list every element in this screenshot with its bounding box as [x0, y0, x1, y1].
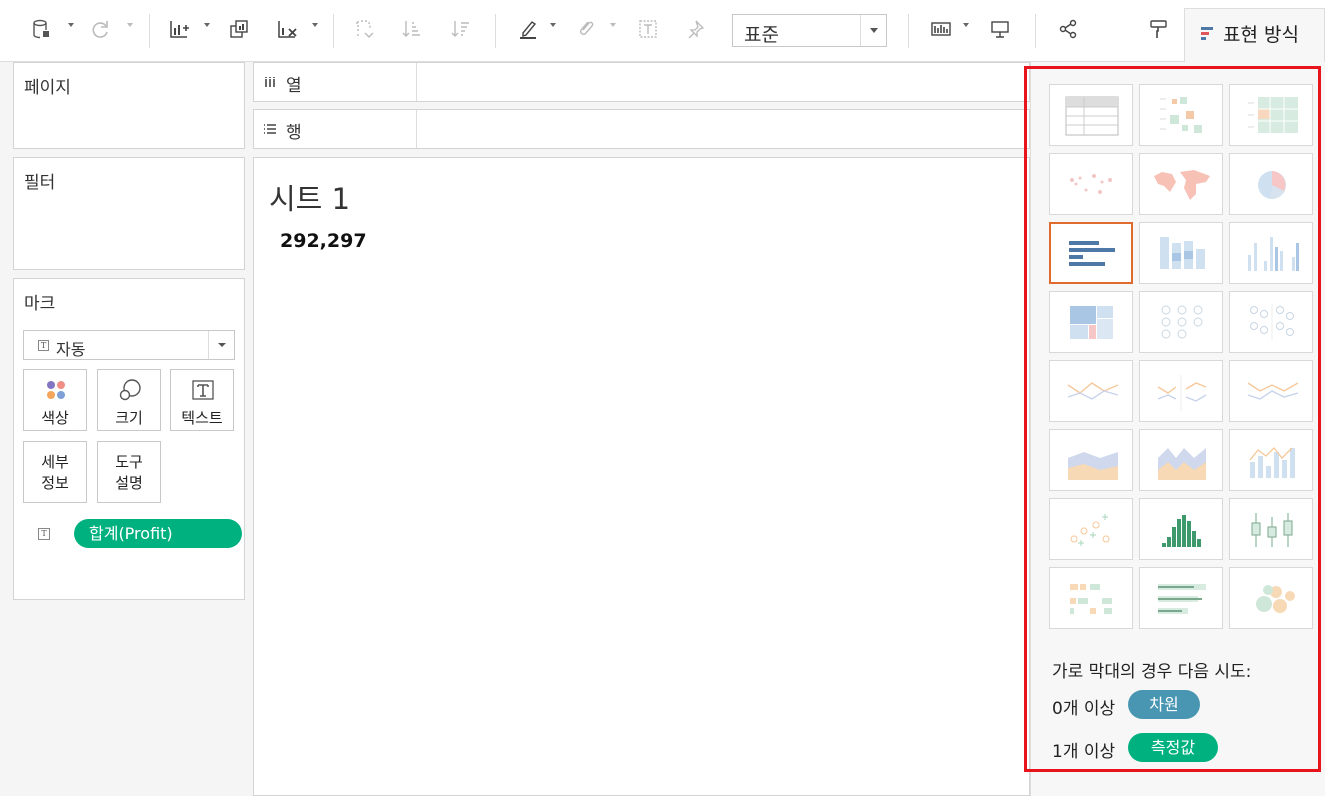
sheet-title[interactable]: 시트 1 [269, 176, 350, 218]
rows-shelf-label: 행 [286, 123, 302, 143]
datasource-icon[interactable] [30, 18, 52, 40]
share-icon[interactable] [1057, 18, 1079, 40]
format-icon[interactable] [1147, 18, 1169, 40]
profit-sum-pill[interactable]: 합계(Profit) [74, 519, 242, 548]
rows-shelf[interactable]: 행 [253, 109, 1030, 149]
requirement-measure-prefix: 1개 이상 [1052, 742, 1116, 762]
tooltip-button[interactable]: 도구 설명 [97, 441, 161, 503]
tab-show-me-label: 표현 방식 [1223, 24, 1299, 46]
pin-icon[interactable] [684, 18, 706, 40]
filters-card[interactable]: 필터 [13, 157, 245, 270]
toolbar-separator [908, 14, 909, 48]
group-dropdown-icon[interactable] [610, 23, 616, 27]
pages-card-title: 페이지 [24, 78, 71, 98]
cards-pane: 페이지 필터 마크 T 자동 색상 크기 텍스트 세부 정보 도구 설명 T 합… [0, 62, 250, 796]
pages-card[interactable]: 페이지 [13, 62, 245, 149]
text-button[interactable]: 텍스트 [170, 369, 234, 431]
text-label: 텍스트 [181, 409, 223, 427]
columns-icon [265, 77, 275, 87]
size-icon [119, 379, 141, 401]
duplicate-icon[interactable] [228, 18, 250, 40]
color-button[interactable]: 색상 [23, 369, 87, 431]
fit-select[interactable]: 표준 [732, 14, 887, 47]
highlight-dropdown-icon[interactable] [550, 23, 556, 27]
rows-shelf-label-area: 행 [254, 110, 417, 148]
toolbar-separator [1035, 14, 1036, 48]
refresh-icon[interactable] [89, 18, 111, 40]
highlight-icon[interactable] [517, 18, 539, 40]
text-mark-icon: T [38, 340, 49, 351]
color-label: 색상 [41, 409, 69, 427]
datasource-dropdown-icon[interactable] [68, 23, 74, 27]
label-icon[interactable] [637, 18, 659, 40]
text-icon [192, 380, 214, 400]
filters-card-title: 필터 [24, 173, 56, 193]
group-icon[interactable] [574, 18, 596, 40]
marks-card: 마크 T 자동 색상 크기 텍스트 세부 정보 도구 설명 [13, 278, 245, 600]
detail-button[interactable]: 세부 정보 [23, 441, 87, 503]
size-label: 크기 [115, 409, 143, 427]
clear-sheet-icon[interactable] [276, 18, 298, 40]
refresh-dropdown-icon[interactable] [127, 23, 133, 27]
rows-icon [264, 124, 276, 134]
marks-card-title: 마크 [24, 294, 56, 314]
columns-shelf[interactable]: 열 [253, 62, 1030, 102]
worksheet-view[interactable]: 시트 1 292,297 [253, 157, 1030, 796]
mark-type-value: 자동 [56, 340, 86, 359]
presentation-icon[interactable] [989, 18, 1011, 40]
toolbar-separator [149, 14, 150, 48]
profit-value[interactable]: 292,297 [280, 230, 367, 252]
clear-sheet-dropdown-icon[interactable] [312, 23, 318, 27]
tooltip-label-1: 도구 [115, 453, 143, 471]
detail-label-1: 세부 [41, 453, 69, 471]
fit-select-value: 표준 [744, 24, 779, 46]
toolbar: 표준 표현 방식 [0, 0, 1325, 62]
tooltip-label-2: 설명 [115, 474, 143, 492]
swap-icon[interactable] [353, 18, 375, 40]
detail-label-2: 정보 [41, 474, 69, 492]
measure-badge: 측정값 [1128, 733, 1218, 762]
columns-shelf-label-area: 열 [254, 63, 417, 101]
columns-shelf-label: 열 [286, 76, 302, 96]
dimension-badge: 차원 [1128, 690, 1200, 719]
size-button[interactable]: 크기 [97, 369, 161, 431]
text-mark-icon: T [38, 528, 50, 540]
toolbar-separator [495, 14, 496, 48]
show-me-icon [1201, 27, 1213, 40]
requirement-dimension-prefix: 0개 이상 [1052, 699, 1116, 719]
chevron-down-icon[interactable] [208, 331, 234, 359]
sort-descending-icon[interactable] [450, 18, 472, 40]
tab-show-me[interactable]: 표현 방식 [1184, 8, 1325, 62]
toolbar-separator [333, 14, 334, 48]
new-worksheet-dropdown-icon[interactable] [204, 23, 210, 27]
new-worksheet-icon[interactable] [168, 18, 190, 40]
show-cards-icon[interactable] [930, 18, 952, 40]
show-me-hint: 가로 막대의 경우 다음 시도: [1052, 662, 1252, 682]
sort-ascending-icon[interactable] [401, 18, 423, 40]
chevron-down-icon[interactable] [860, 15, 886, 46]
show-cards-dropdown-icon[interactable] [963, 23, 969, 27]
mark-type-select[interactable]: T 자동 [23, 330, 235, 360]
color-icon [47, 381, 65, 399]
